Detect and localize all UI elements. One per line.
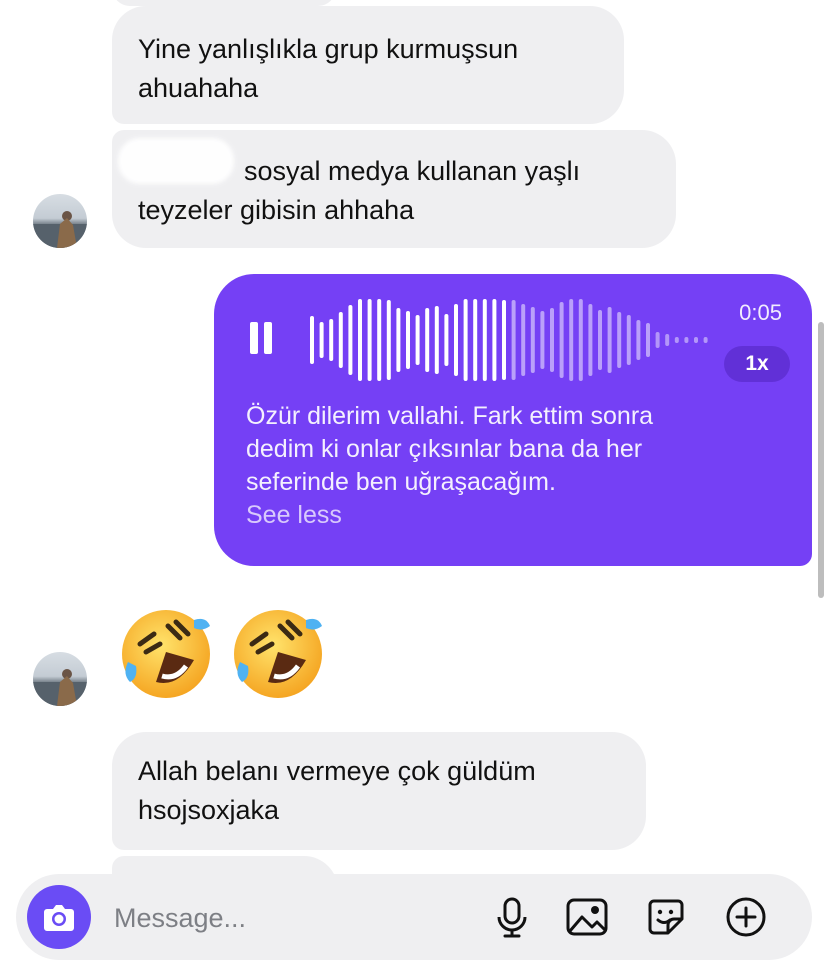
voice-duration: 0:05 <box>739 300 782 325</box>
waveform-bar <box>502 300 506 380</box>
sticker-icon[interactable] <box>644 895 688 939</box>
waveform-bar <box>473 299 478 381</box>
waveform-bar <box>319 322 324 358</box>
waveform-bar <box>607 307 612 373</box>
message-bubble[interactable]: Yine yanlışlıkla grup kurmuşsun ahuahaha <box>112 6 624 124</box>
waveform-bar <box>588 304 593 376</box>
scrollbar[interactable] <box>818 322 824 598</box>
waveform-bar <box>358 299 362 381</box>
waveform-bar <box>521 304 526 376</box>
waveform-bar <box>598 310 602 370</box>
waveform-bar <box>684 337 689 343</box>
waveform-bar <box>329 319 334 361</box>
waveform-bar <box>463 299 468 381</box>
message-text-line: Allah belanı vermeye çok güldüm <box>138 756 536 786</box>
waveform-bar <box>694 337 698 343</box>
waveform-bar <box>377 299 382 381</box>
message-input[interactable] <box>112 896 456 940</box>
voice-message-bubble[interactable]: 0:05 1x Özür dilerim vallahi. Fark ettim… <box>214 274 812 566</box>
waveform-bar <box>367 299 372 381</box>
waveform-bar <box>338 312 343 368</box>
waveform-bar <box>646 323 650 357</box>
waveform-bar <box>665 334 670 346</box>
waveform-bar <box>454 304 458 376</box>
waveform-bar <box>530 307 535 373</box>
waveform-bar <box>434 306 439 374</box>
waveform-bar <box>406 311 410 369</box>
waveform-bar <box>444 314 449 366</box>
message-thread[interactable]: Yine yanlışlıkla grup kurmuşsun ahuahaha… <box>0 0 828 972</box>
voice-transcript: Özür dilerim vallahi. Fark ettim sonra d… <box>246 400 766 532</box>
audio-waveform[interactable] <box>214 274 812 394</box>
waveform-bar <box>674 337 679 343</box>
waveform-bar <box>386 300 391 380</box>
rolling-on-floor-laughing-emoji[interactable] <box>228 604 328 704</box>
waveform-bar <box>559 302 564 378</box>
transcript-line: Özür dilerim vallahi. Fark ettim sonra <box>246 402 654 430</box>
message-bubble[interactable]: Allah belanı vermeye çok güldüm hsojsoxj… <box>112 732 646 850</box>
waveform-bar <box>578 299 583 381</box>
see-less-link[interactable]: See less <box>246 499 766 532</box>
transcript-line: dedim ki onlar çıksınlar bana da her <box>246 435 643 463</box>
waveform-bar <box>482 299 487 381</box>
rolling-on-floor-laughing-emoji[interactable] <box>116 604 216 704</box>
waveform-bar <box>617 312 622 368</box>
gallery-icon[interactable] <box>565 895 609 939</box>
message-composer <box>16 874 812 960</box>
redacted-text <box>118 138 234 184</box>
waveform-bar <box>626 315 631 365</box>
waveform-bar <box>511 300 516 380</box>
waveform-bar <box>348 305 353 375</box>
camera-icon <box>44 905 74 931</box>
waveform-bar <box>540 311 545 369</box>
waveform-bar <box>550 308 554 372</box>
waveform-bar <box>396 308 401 372</box>
avatar[interactable] <box>33 652 87 706</box>
waveform-bar <box>492 299 497 381</box>
waveform-bar <box>703 337 708 343</box>
add-icon[interactable] <box>724 895 768 939</box>
message-text-line: hsojsoxjaka <box>138 795 280 825</box>
avatar[interactable] <box>33 194 87 248</box>
transcript-line: seferinde ben uğraşacağım. <box>246 468 556 496</box>
waveform-bar <box>310 316 314 364</box>
waveform-bar <box>655 332 660 348</box>
message-text-line: Yine yanlışlıkla grup kurmuşsun <box>138 34 519 64</box>
message-text-line: teyzeler gibisin ahhaha <box>138 195 415 225</box>
waveform-bar <box>636 320 641 360</box>
waveform-bar <box>415 315 420 365</box>
message-text-line: ahuahaha <box>138 73 259 103</box>
microphone-icon[interactable] <box>490 895 534 939</box>
waveform-bar <box>425 308 430 372</box>
waveform-bar <box>569 299 574 381</box>
playback-speed-button[interactable]: 1x <box>724 346 790 382</box>
camera-button[interactable] <box>27 885 91 949</box>
